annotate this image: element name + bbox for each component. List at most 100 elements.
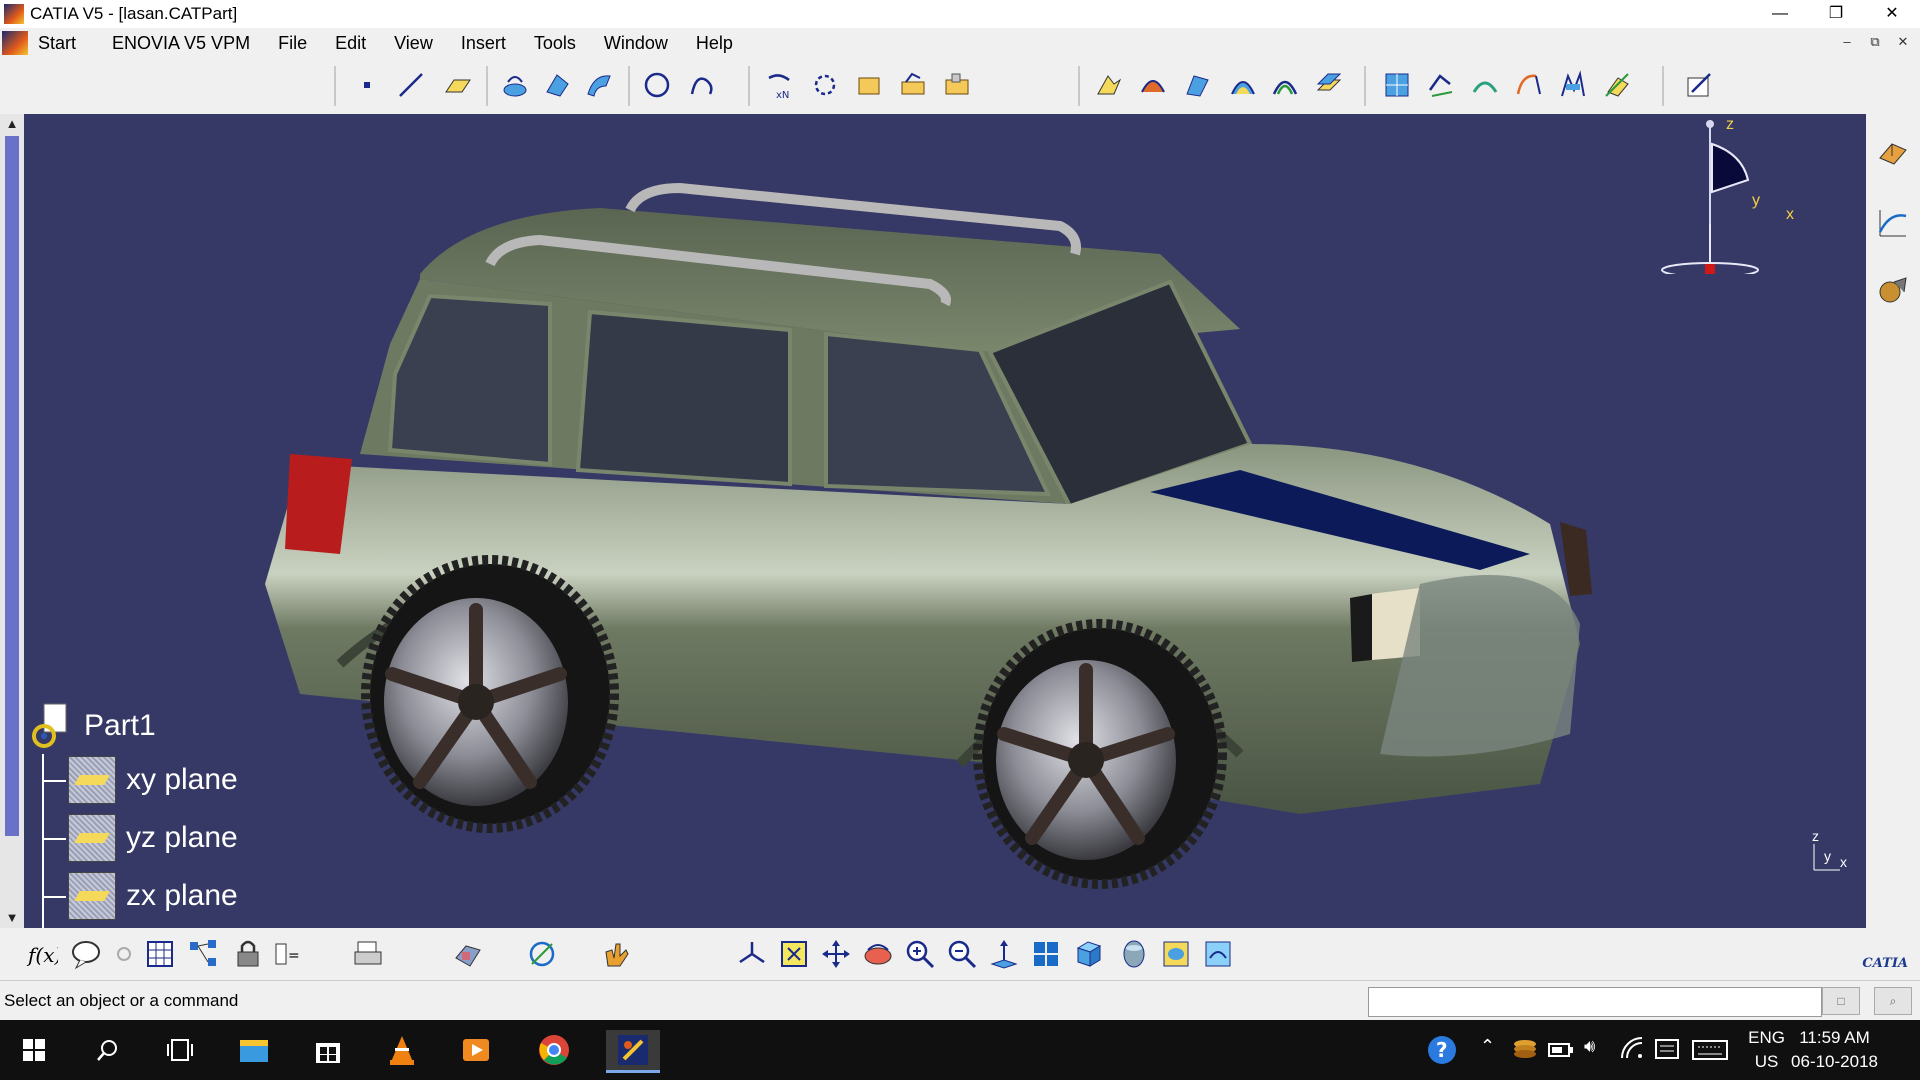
fly-mode-icon[interactable] <box>736 938 768 970</box>
point-icon[interactable] <box>352 70 382 100</box>
rotate-icon[interactable] <box>862 938 894 970</box>
catia-icon[interactable] <box>606 1030 660 1073</box>
keyboard-icon[interactable] <box>1692 1040 1728 1060</box>
lock-icon[interactable] <box>232 938 264 970</box>
start-button[interactable] <box>14 1030 54 1070</box>
tree-item-yz-plane[interactable]: yz plane <box>68 814 238 862</box>
print-icon[interactable] <box>352 938 384 970</box>
healing-icon[interactable] <box>942 70 972 100</box>
tree-root-part[interactable]: Part1 <box>30 702 156 750</box>
swap-space-icon[interactable] <box>1202 938 1234 970</box>
hand-icon[interactable] <box>600 938 632 970</box>
action-center-icon[interactable] <box>1654 1038 1680 1062</box>
split-icon[interactable] <box>1182 70 1212 100</box>
menu-tools[interactable]: Tools <box>534 33 576 54</box>
shading-icon[interactable] <box>1118 938 1150 970</box>
stack-icon[interactable] <box>1512 1038 1538 1060</box>
system-clock[interactable]: 11:59 AM 06-10-2018 <box>1791 1026 1878 1074</box>
wifi-icon[interactable] <box>1620 1036 1644 1060</box>
offset-icon[interactable] <box>1270 70 1300 100</box>
tree-item-zx-plane[interactable]: zx plane <box>68 872 238 920</box>
help-icon[interactable]: ? <box>1426 1034 1458 1066</box>
formula-icon[interactable]: f(x) <box>26 938 58 970</box>
menu-view[interactable]: View <box>394 33 433 54</box>
normal-view-icon[interactable] <box>988 938 1020 970</box>
vlc-icon[interactable] <box>382 1030 422 1070</box>
blend-icon[interactable] <box>1138 70 1168 100</box>
spline-icon[interactable] <box>688 70 718 100</box>
measure-icon[interactable]: = <box>272 938 304 970</box>
knowledge-icon[interactable] <box>108 938 140 970</box>
analysis-icon[interactable] <box>1876 206 1910 240</box>
battery-icon[interactable] <box>1548 1042 1574 1058</box>
task-view-icon[interactable] <box>160 1030 200 1070</box>
intersection-icon[interactable] <box>810 70 840 100</box>
car-model[interactable] <box>0 114 1866 928</box>
repetition-icon[interactable]: xN <box>764 70 794 100</box>
apply-material-icon[interactable] <box>452 938 484 970</box>
doc-restore-button[interactable]: ⧉ <box>1864 32 1886 52</box>
menu-insert[interactable]: Insert <box>461 33 506 54</box>
menu-start[interactable]: Start <box>38 33 76 54</box>
doc-close-button[interactable]: ✕ <box>1892 32 1914 52</box>
menu-enovia[interactable]: ENOVIA V5 VPM <box>112 33 250 54</box>
command-input[interactable] <box>1368 987 1822 1017</box>
hide-show-icon[interactable] <box>1160 938 1192 970</box>
measure-tool-icon[interactable] <box>1876 274 1910 308</box>
boundary-icon[interactable] <box>854 70 884 100</box>
iso-view-icon[interactable] <box>1072 938 1104 970</box>
catalog-icon[interactable] <box>188 938 220 970</box>
menu-edit[interactable]: Edit <box>335 33 366 54</box>
reflect-line-icon[interactable] <box>1602 70 1632 100</box>
zoom-in-icon[interactable] <box>904 938 936 970</box>
doc-minimize-button[interactable]: – <box>1836 32 1858 52</box>
3d-viewport[interactable]: ▲ ▼ z y x Part1 xy plane yz plane zx pla… <box>0 114 1866 928</box>
menu-window[interactable]: Window <box>604 33 668 54</box>
command-clear-button[interactable]: □ <box>1822 987 1860 1015</box>
tray-overflow-chevron-icon[interactable]: ⌃ <box>1480 1036 1495 1057</box>
sketch-analysis-icon[interactable] <box>526 938 558 970</box>
tree-item-xy-plane[interactable]: xy plane <box>68 756 238 804</box>
curve-icon[interactable] <box>1470 70 1500 100</box>
join-icon[interactable] <box>898 70 928 100</box>
document-icon[interactable] <box>2 31 28 55</box>
fill-icon[interactable] <box>1094 70 1124 100</box>
toolbar-separator <box>1078 66 1080 106</box>
search-icon[interactable] <box>88 1030 128 1070</box>
circle-icon[interactable] <box>642 70 672 100</box>
compass-z-label: z <box>1726 116 1734 133</box>
command-run-button[interactable]: ⌕ <box>1874 987 1912 1015</box>
sketcher-icon[interactable] <box>1684 70 1714 100</box>
media-player-icon[interactable] <box>456 1030 496 1070</box>
menu-file[interactable]: File <box>278 33 307 54</box>
projection-icon[interactable] <box>1558 70 1588 100</box>
compass-y-label: y <box>1752 192 1760 209</box>
restore-button[interactable]: ❐ <box>1808 0 1864 28</box>
file-explorer-icon[interactable] <box>234 1030 274 1070</box>
minimize-button[interactable]: — <box>1752 0 1808 28</box>
translate-icon[interactable] <box>1314 70 1344 100</box>
table-icon[interactable] <box>144 938 176 970</box>
sweep-icon[interactable] <box>584 70 614 100</box>
revolve-icon[interactable] <box>542 70 572 100</box>
menu-help[interactable]: Help <box>696 33 733 54</box>
language-indicator[interactable]: ENG US <box>1748 1026 1785 1074</box>
trim-icon[interactable] <box>1228 70 1258 100</box>
plane-icon[interactable] <box>442 70 472 100</box>
connect-curve-icon[interactable] <box>1514 70 1544 100</box>
zoom-out-icon[interactable] <box>946 938 978 970</box>
part-design-icon[interactable] <box>1876 136 1910 170</box>
multi-view-icon[interactable] <box>1030 938 1062 970</box>
chrome-icon[interactable] <box>534 1030 574 1070</box>
fit-all-icon[interactable] <box>778 938 810 970</box>
sketch-icon[interactable] <box>1426 70 1456 100</box>
close-button[interactable]: ✕ <box>1864 0 1920 28</box>
line-icon[interactable] <box>396 70 426 100</box>
top-toolbar: xN <box>0 58 1920 115</box>
pan-icon[interactable] <box>820 938 852 970</box>
store-icon[interactable] <box>308 1030 348 1070</box>
axis-system-icon[interactable] <box>1382 70 1412 100</box>
volume-icon[interactable]: 🔊︎ <box>1584 1036 1595 1057</box>
extrude-icon[interactable] <box>500 70 530 100</box>
annotation-icon[interactable] <box>70 938 102 970</box>
